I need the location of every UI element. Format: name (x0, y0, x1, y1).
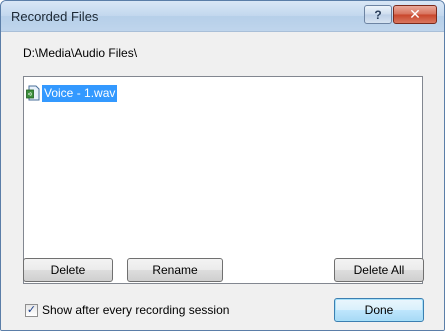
done-button[interactable]: Done (334, 298, 424, 322)
window-title: Recorded Files (11, 9, 99, 24)
delete-button[interactable]: Delete (23, 258, 113, 282)
list-item[interactable]: Voice - 1.wav (26, 84, 118, 102)
rename-button[interactable]: Rename (127, 258, 223, 282)
dialog-body: D:\Media\Audio Files\ Voice - 1.wav Dele… (1, 32, 444, 330)
recorded-files-dialog: Recorded Files ? ✕ D:\Media\Audio Files\… (0, 0, 445, 331)
title-bar[interactable]: Recorded Files ? ✕ (1, 1, 444, 32)
show-after-session-option[interactable]: ✓ Show after every recording session (25, 303, 229, 317)
help-icon: ? (374, 7, 382, 22)
close-icon: ✕ (409, 6, 421, 22)
file-name: Voice - 1.wav (42, 84, 118, 102)
show-after-session-label: Show after every recording session (42, 303, 230, 317)
audio-file-icon (26, 85, 40, 101)
help-button[interactable]: ? (364, 5, 392, 24)
close-button[interactable]: ✕ (393, 5, 437, 24)
delete-all-button[interactable]: Delete All (334, 258, 424, 282)
folder-path: D:\Media\Audio Files\ (23, 46, 138, 60)
show-after-session-checkbox[interactable]: ✓ (25, 303, 38, 317)
file-list[interactable]: Voice - 1.wav (23, 76, 423, 284)
